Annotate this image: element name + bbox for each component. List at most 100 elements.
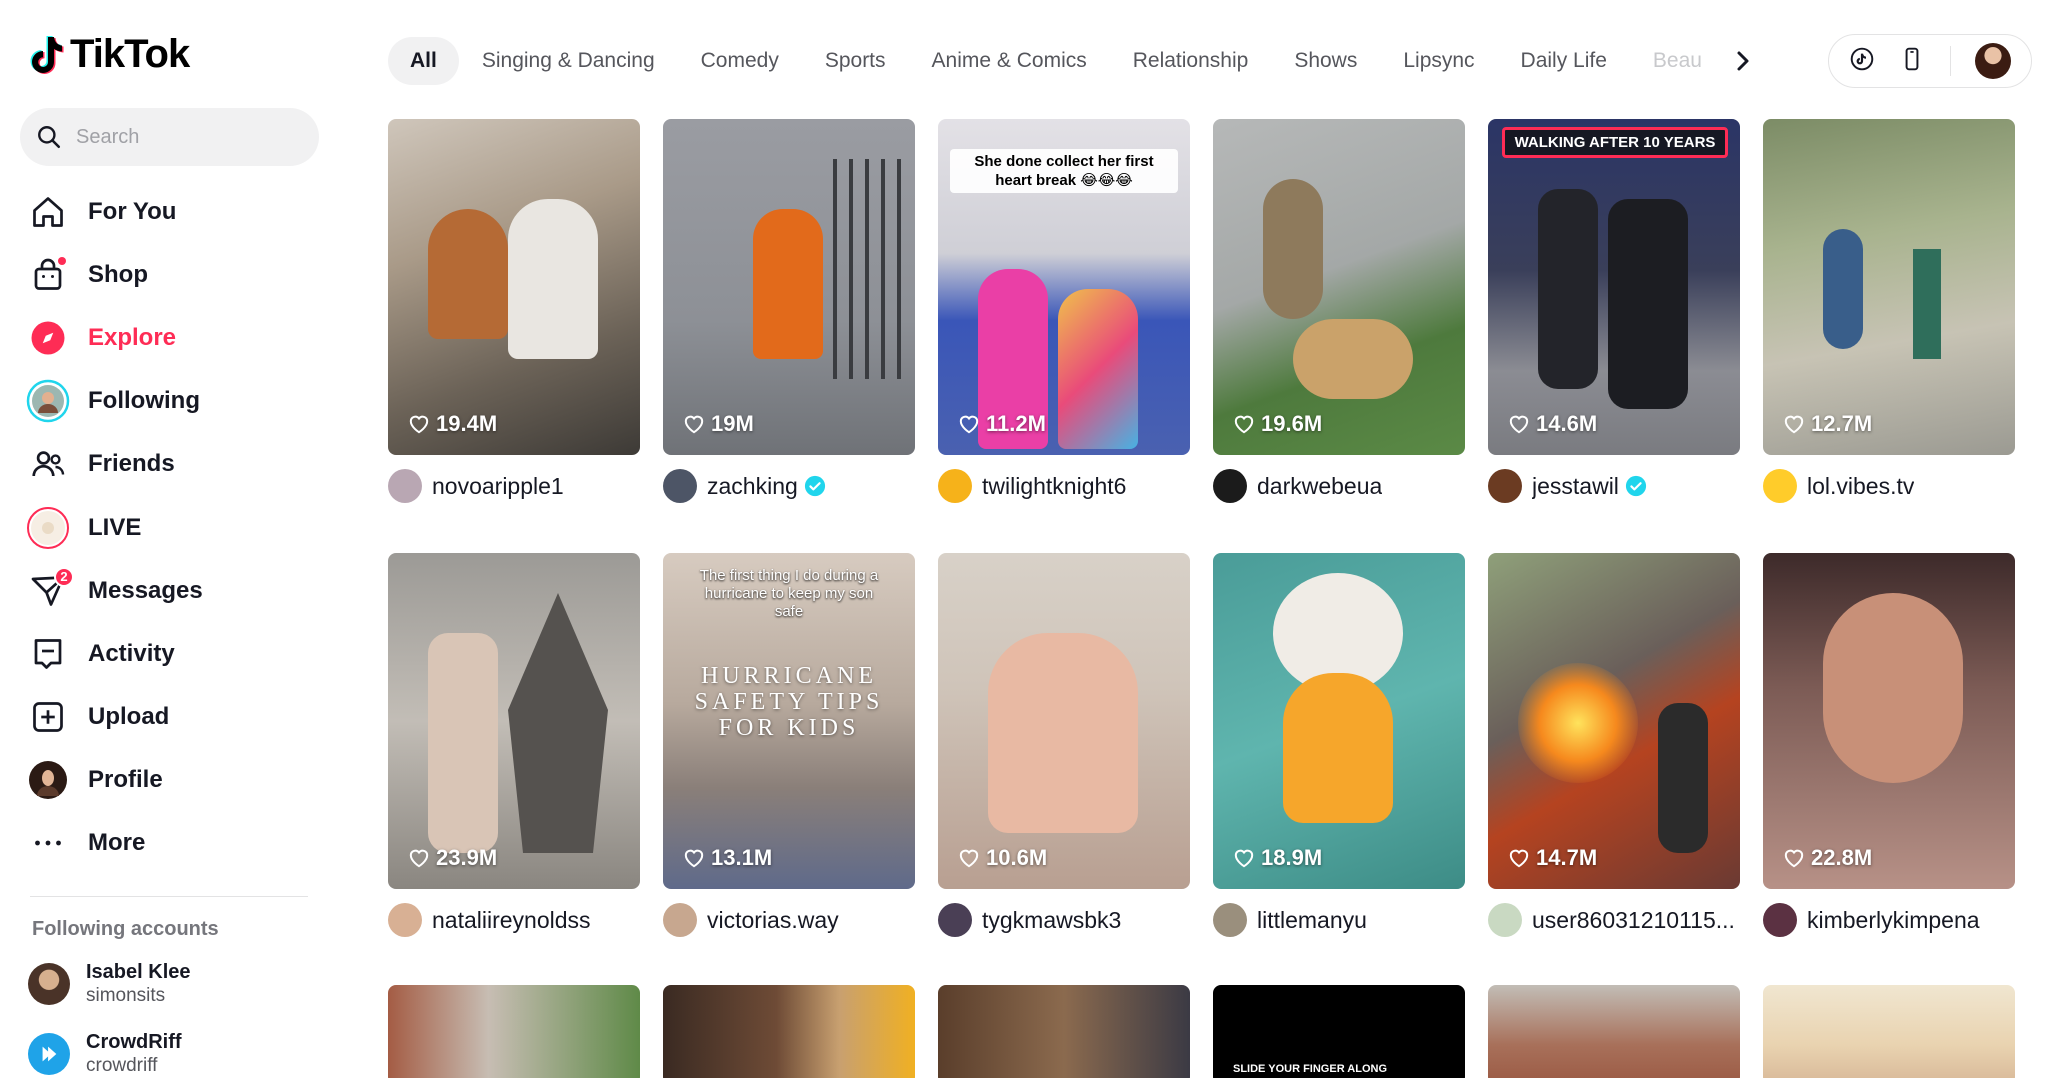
video-author[interactable]: jesstawil (1488, 469, 1740, 503)
video-thumbnail[interactable]: 19M (663, 119, 915, 455)
video-author[interactable]: user86031210115... (1488, 903, 1740, 937)
video-thumbnail[interactable]: 10.6M (938, 553, 1190, 889)
following-account-item[interactable]: CrowdRiff crowdriff (28, 1030, 182, 1078)
category-tab[interactable]: Anime & Comics (909, 37, 1110, 85)
video-thumbnail[interactable]: WALKING AFTER 10 YEARS 14.6M (1488, 119, 1740, 455)
nav-item-friends[interactable]: Friends (26, 433, 326, 496)
video-thumbnail[interactable]: She done collect her first heart break 😂… (938, 119, 1190, 455)
video-card[interactable]: 23.9M nataliireynoldss (388, 553, 640, 937)
video-card[interactable]: SLIDE YOUR FINGER ALONG (1213, 985, 1465, 1078)
video-card[interactable] (938, 985, 1190, 1078)
video-card[interactable]: She done collect her first heart break 😂… (938, 119, 1190, 503)
author-username: littlemanyu (1257, 906, 1367, 933)
nav-label: For You (88, 197, 177, 225)
nav-item-following[interactable]: Following (26, 370, 326, 433)
video-card[interactable] (663, 985, 915, 1078)
account-name: Isabel Klee (86, 961, 191, 983)
following-account-item[interactable]: Isabel Klee simonsits (28, 960, 191, 1008)
search-box[interactable] (20, 108, 319, 166)
profile-avatar-icon (26, 758, 70, 802)
author-username: darkwebeua (1257, 472, 1383, 499)
like-count-value: 19M (711, 411, 754, 436)
video-card[interactable]: 12.7M lol.vibes.tv (1763, 119, 2015, 503)
video-thumbnail[interactable]: 22.8M (1763, 553, 2015, 889)
video-author[interactable]: lol.vibes.tv (1763, 469, 2015, 503)
heart-icon (959, 849, 979, 868)
category-tab[interactable]: Comedy (678, 37, 802, 85)
video-thumbnail[interactable]: SLIDE YOUR FINGER ALONG (1213, 985, 1465, 1078)
category-tab[interactable]: Singing & Dancing (459, 37, 678, 85)
category-tab[interactable]: Lipsync (1380, 37, 1497, 85)
tiktok-logo[interactable]: TikTok (30, 32, 190, 77)
avatar (28, 963, 70, 1005)
video-card[interactable]: WALKING AFTER 10 YEARS 14.6M jesstawil (1488, 119, 1740, 503)
mobile-app-icon[interactable] (1899, 46, 1925, 77)
category-tab[interactable]: Daily Life (1498, 37, 1630, 85)
video-card[interactable]: 19.6M darkwebeua (1213, 119, 1465, 503)
tiktok-studio-icon[interactable] (1849, 46, 1875, 77)
search-input[interactable] (76, 125, 296, 149)
avatar (28, 1033, 70, 1075)
video-card[interactable]: 19.4M novoaripple1 (388, 119, 640, 503)
user-avatar[interactable] (1974, 43, 2011, 79)
video-card[interactable]: 19M zachking (663, 119, 915, 503)
category-tab-all[interactable]: All (388, 37, 459, 85)
nav-item-more[interactable]: More (26, 812, 326, 875)
video-author[interactable]: tygkmawsbk3 (938, 903, 1190, 937)
video-card[interactable] (1763, 985, 2015, 1078)
video-card[interactable]: The first thing I do during a hurricane … (663, 553, 915, 937)
nav-item-live[interactable]: LIVE (26, 496, 326, 559)
video-thumbnail[interactable]: 18.9M (1213, 553, 1465, 889)
nav-item-for-you[interactable]: For You (26, 180, 326, 243)
video-thumbnail[interactable]: 19.4M (388, 119, 640, 455)
video-thumbnail[interactable] (663, 985, 915, 1078)
video-thumbnail[interactable] (1488, 985, 1740, 1078)
video-author[interactable]: zachking (663, 469, 915, 503)
author-username: nataliireynoldss (432, 906, 591, 933)
nav-item-activity[interactable]: Activity (26, 622, 326, 685)
account-handle: simonsits (86, 985, 166, 1006)
nav-item-upload[interactable]: Upload (26, 686, 326, 749)
category-next-button[interactable] (1728, 44, 1758, 78)
sign-post (1913, 249, 1941, 359)
video-author[interactable]: littlemanyu (1213, 903, 1465, 937)
video-thumbnail[interactable]: 12.7M (1763, 119, 2015, 455)
video-card[interactable] (388, 985, 640, 1078)
video-author[interactable]: nataliireynoldss (388, 903, 640, 937)
video-card[interactable] (1488, 985, 1740, 1078)
nav-item-shop[interactable]: Shop (26, 243, 326, 306)
category-tab[interactable]: Beau (1630, 37, 1725, 85)
like-count: 12.7M (1783, 411, 1872, 437)
avatar (1763, 903, 1797, 937)
category-tab[interactable]: Shows (1271, 37, 1380, 85)
chevron-right-icon (1737, 51, 1749, 71)
heart-icon (1509, 415, 1529, 434)
video-card[interactable]: 14.7M user86031210115... (1488, 553, 1740, 937)
heart-icon (684, 849, 704, 868)
category-tab[interactable]: Sports (802, 37, 909, 85)
author-username: novoaripple1 (432, 472, 564, 499)
category-tab[interactable]: Relationship (1110, 37, 1272, 85)
video-thumbnail[interactable]: 19.6M (1213, 119, 1465, 455)
video-author[interactable]: novoaripple1 (388, 469, 640, 503)
video-author[interactable]: twilightknight6 (938, 469, 1190, 503)
video-author[interactable]: victorias.way (663, 903, 915, 937)
video-thumbnail[interactable]: The first thing I do during a hurricane … (663, 553, 915, 889)
video-author[interactable]: kimberlykimpena (1763, 903, 2015, 937)
nav-item-explore[interactable]: Explore (26, 306, 326, 369)
nav-label: Messages (88, 576, 203, 604)
nav-label: More (88, 829, 146, 857)
nav-item-profile[interactable]: Profile (26, 749, 326, 812)
video-card[interactable]: 10.6M tygkmawsbk3 (938, 553, 1190, 937)
video-thumbnail[interactable]: 14.7M (1488, 553, 1740, 889)
video-card[interactable]: 22.8M kimberlykimpena (1763, 553, 2015, 937)
video-card[interactable]: 18.9M littlemanyu (1213, 553, 1465, 937)
nav-item-messages[interactable]: 2 Messages (26, 559, 326, 622)
video-thumbnail[interactable]: 23.9M (388, 553, 640, 889)
video-thumbnail[interactable] (1763, 985, 2015, 1078)
author-username: tygkmawsbk3 (982, 906, 1122, 933)
video-thumbnail[interactable] (938, 985, 1190, 1078)
video-thumbnail[interactable] (388, 985, 640, 1078)
like-count-value: 23.9M (436, 845, 498, 870)
video-author[interactable]: darkwebeua (1213, 469, 1465, 503)
